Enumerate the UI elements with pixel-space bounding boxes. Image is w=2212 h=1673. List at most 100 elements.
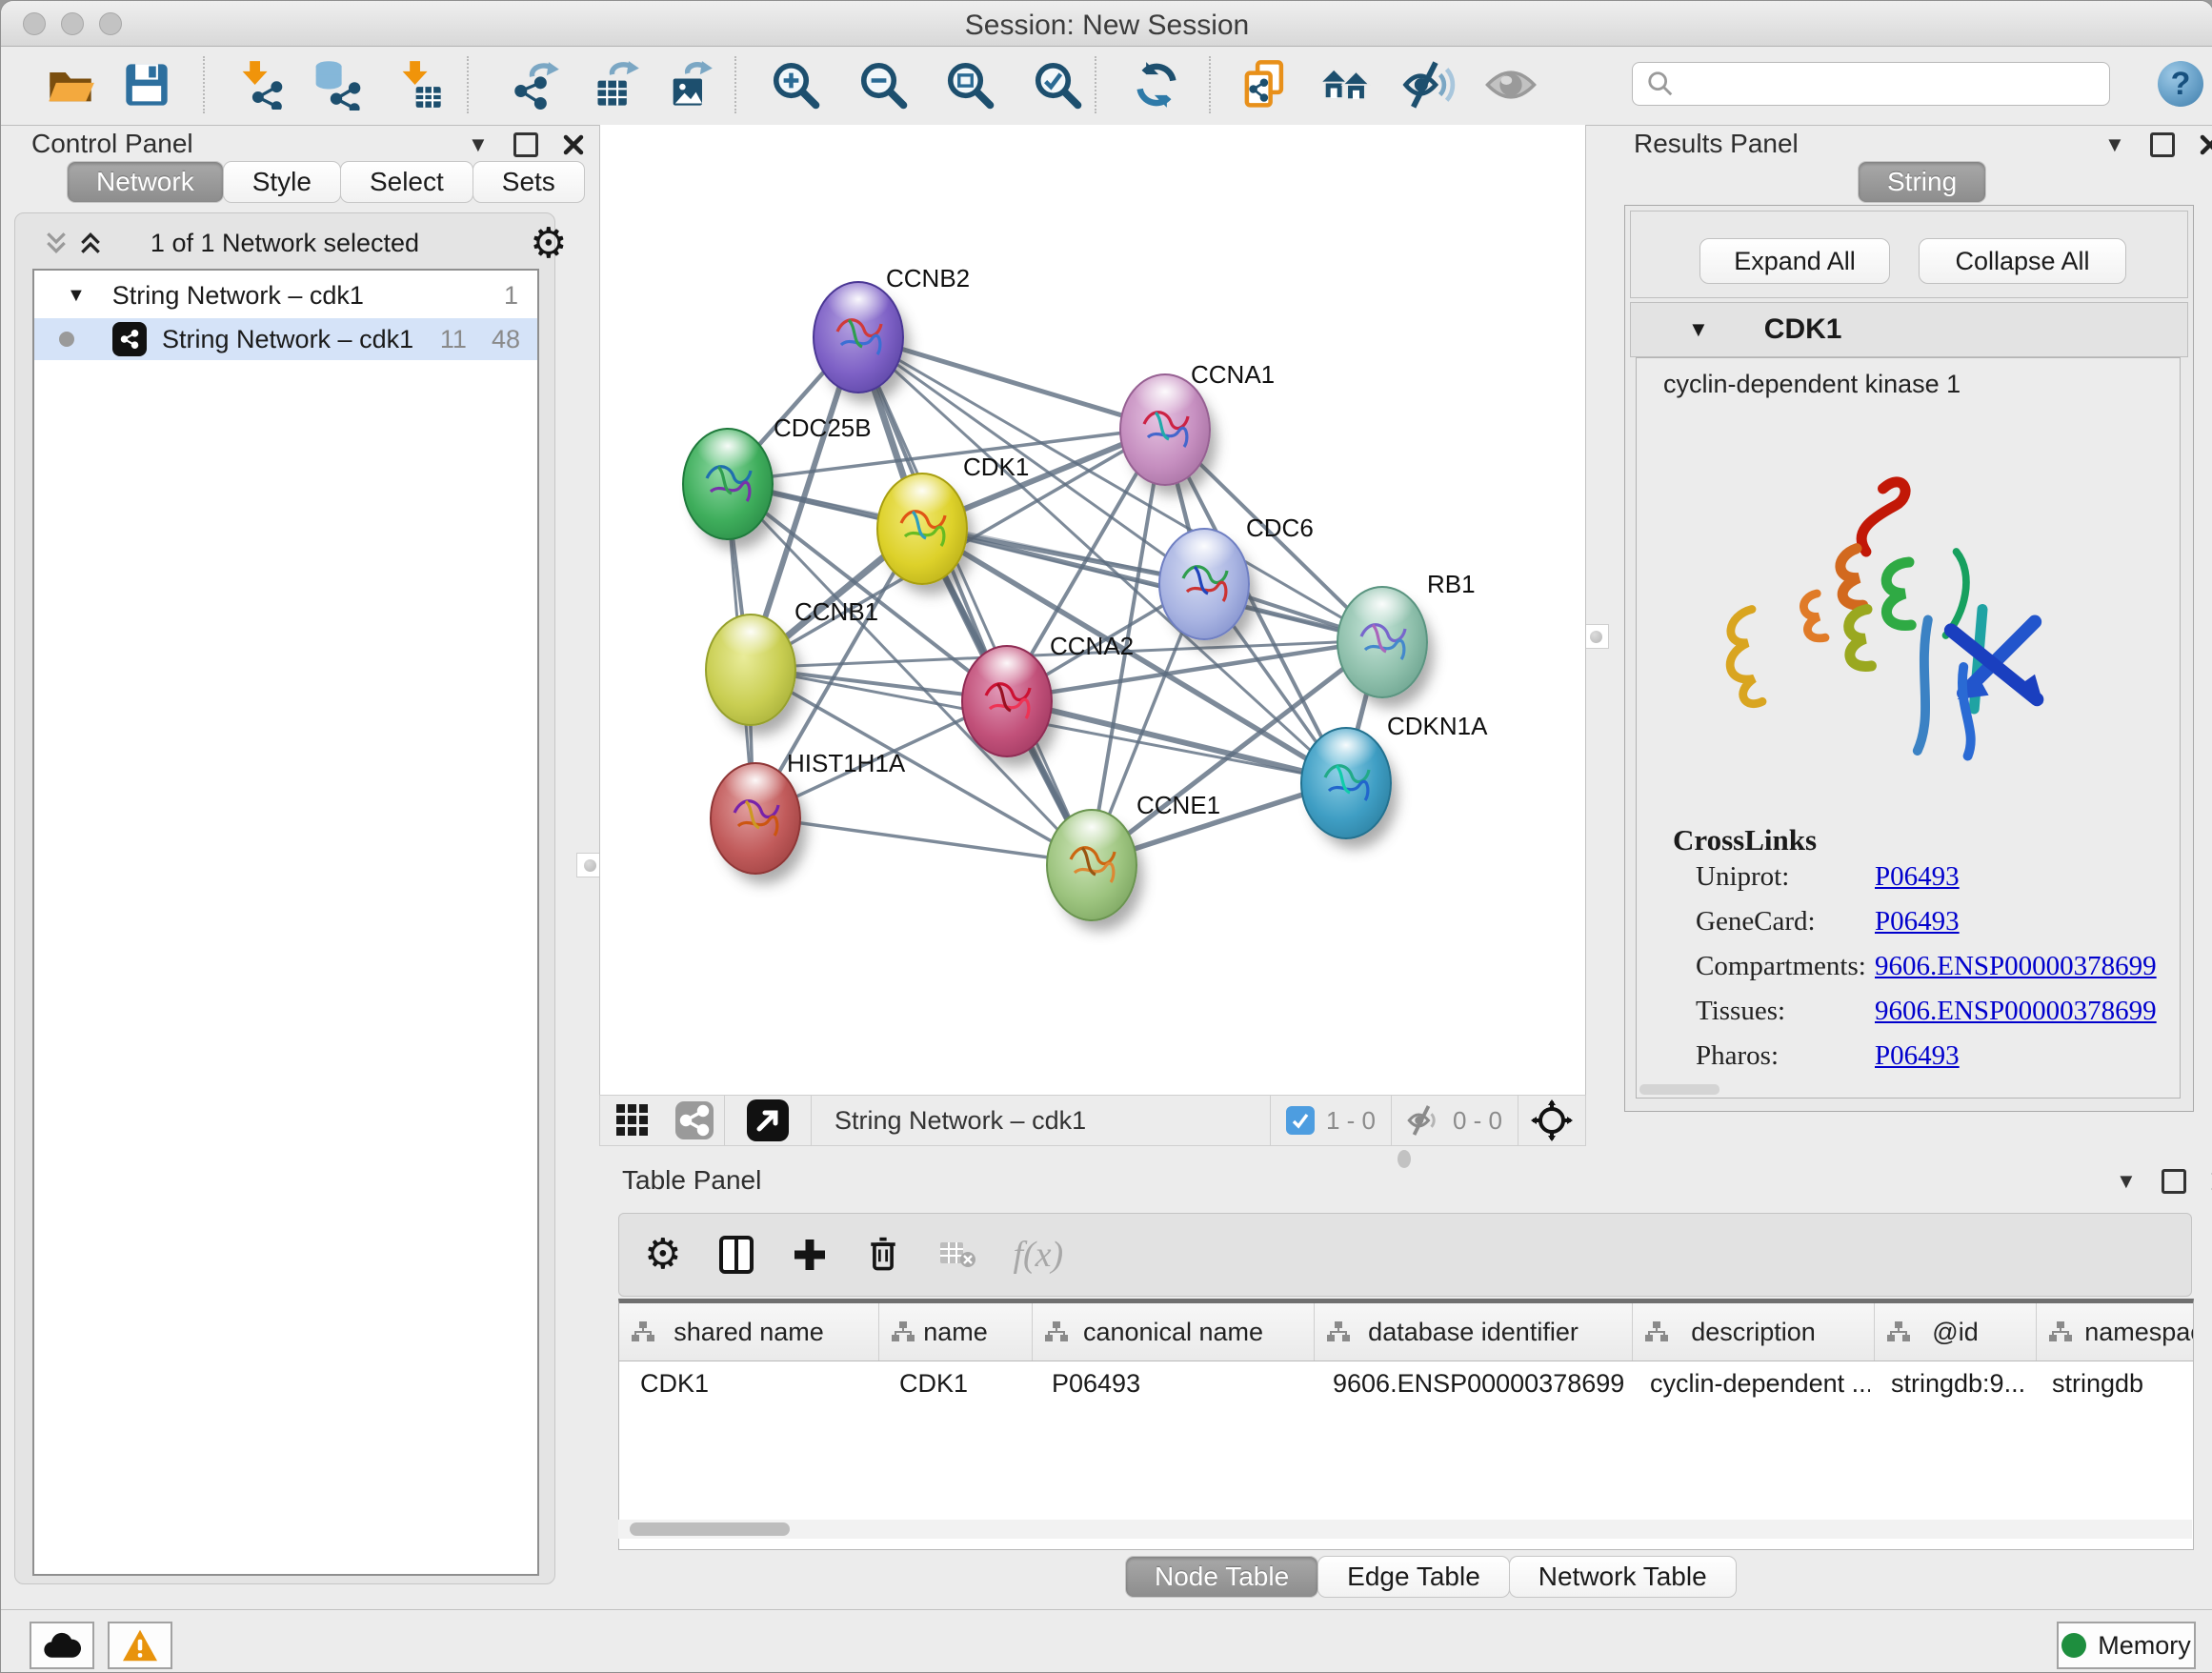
- search-input[interactable]: [1684, 69, 2109, 100]
- close-panel-icon[interactable]: [563, 134, 584, 155]
- table-row[interactable]: CDK1CDK1P064939606.ENSP00000378699cyclin…: [619, 1361, 2193, 1405]
- tab-network-table[interactable]: Network Table: [1509, 1556, 1737, 1598]
- table-settings-button[interactable]: ⚙: [644, 1234, 681, 1276]
- hidden-counter: 0 - 0: [1392, 1103, 1518, 1138]
- float-panel-icon[interactable]: [2150, 132, 2175, 157]
- table-cell: 9606.ENSP00000378699: [1312, 1369, 1629, 1399]
- node-label-ccne1: CCNE1: [1136, 791, 1220, 820]
- collapse-panel-icon[interactable]: ▼: [2104, 132, 2125, 157]
- hide-graphics-details-button[interactable]: [1402, 58, 1456, 111]
- column-header-description[interactable]: description: [1633, 1303, 1875, 1361]
- export-image-button[interactable]: [663, 58, 716, 111]
- protein-node-cdc25b[interactable]: [682, 428, 774, 540]
- section-triangle-icon[interactable]: ▼: [1688, 317, 1709, 342]
- network-row[interactable]: String Network – cdk1 11 48: [34, 318, 537, 360]
- collapse-panel-icon[interactable]: ▼: [468, 132, 489, 157]
- tab-sets[interactable]: Sets: [473, 161, 585, 203]
- hidden-eye-icon: [1407, 1103, 1441, 1138]
- crosslink-row: Uniprot:P06493: [1696, 861, 2180, 893]
- add-column-button[interactable]: [792, 1237, 828, 1273]
- gear-icon[interactable]: ⚙: [530, 223, 567, 265]
- zoom-fit-button[interactable]: [943, 58, 996, 111]
- column-header-@id[interactable]: @id: [1875, 1303, 2037, 1361]
- selected-count: 1 - 0: [1326, 1106, 1376, 1136]
- delete-column-button[interactable]: [864, 1234, 902, 1276]
- save-session-button[interactable]: [120, 58, 173, 111]
- table-hscroll-thumb[interactable]: [630, 1522, 790, 1536]
- crosslink-row: Tissues:9606.ENSP00000378699: [1696, 996, 2180, 1027]
- fit-selection-button[interactable]: [1518, 1096, 1585, 1145]
- protein-node-cdc6[interactable]: [1158, 528, 1250, 640]
- protein-node-ccnb1[interactable]: [705, 614, 796, 726]
- show-graphics-details-button[interactable]: [1484, 58, 1538, 111]
- protein-node-ccnb2[interactable]: [813, 281, 904, 393]
- collapse-panel-icon[interactable]: ▼: [2116, 1169, 2137, 1194]
- tab-style[interactable]: Style: [223, 161, 341, 203]
- new-network-button[interactable]: [510, 58, 563, 111]
- expand-all-button[interactable]: Expand All: [1699, 238, 1890, 284]
- zoom-in-button[interactable]: [769, 58, 822, 111]
- new-table-icon: [592, 60, 641, 110]
- protein-node-cdkn1a[interactable]: [1300, 727, 1392, 839]
- collection-count: 1: [504, 281, 518, 311]
- network-canvas[interactable]: CCNB2CCNA1CDC25BCDK1CDC6RB1CCNB1CCNA2CDK…: [599, 125, 1586, 1095]
- float-panel-icon[interactable]: [2162, 1169, 2186, 1194]
- help-button[interactable]: ?: [2158, 61, 2203, 107]
- network-collection-row[interactable]: ▼ String Network – cdk1 1: [34, 274, 537, 316]
- protein-node-ccne1[interactable]: [1046, 809, 1137, 921]
- table-panel: Table Panel ▼ ⚙ f(x): [599, 1165, 2212, 1609]
- zoom-out-button[interactable]: [856, 58, 910, 111]
- protein-node-rb1[interactable]: [1337, 586, 1428, 698]
- clone-network-button[interactable]: [1238, 58, 1292, 111]
- cdk1-section-header[interactable]: ▼ CDK1: [1630, 302, 2188, 357]
- tab-node-table[interactable]: Node Table: [1125, 1556, 1318, 1598]
- right-splitter-handle[interactable]: [1582, 624, 1609, 649]
- crosslink-link[interactable]: P06493: [1875, 1040, 1960, 1072]
- column-header-canonical-name[interactable]: canonical name: [1033, 1303, 1315, 1361]
- warning-icon: [121, 1628, 159, 1663]
- float-panel-icon[interactable]: [513, 132, 538, 157]
- results-hscroll-thumb[interactable]: [1639, 1084, 1719, 1095]
- new-table-button[interactable]: [590, 58, 643, 111]
- protein-node-cdk1[interactable]: [876, 473, 968, 585]
- import-table-from-file-button[interactable]: [393, 58, 447, 111]
- memory-button[interactable]: Memory: [2057, 1622, 2196, 1669]
- zoom-selected-button[interactable]: [1031, 58, 1084, 111]
- tab-network[interactable]: Network: [67, 161, 224, 203]
- tab-edge-table[interactable]: Edge Table: [1317, 1556, 1510, 1598]
- collapse-all-button[interactable]: Collapse All: [1919, 238, 2126, 284]
- protein-node-ccna2[interactable]: [961, 645, 1053, 757]
- warnings-button[interactable]: [108, 1622, 172, 1669]
- selected-checkbox[interactable]: [1286, 1106, 1315, 1135]
- import-network-from-database-button[interactable]: [310, 58, 363, 111]
- application-window: Session: New Session: [0, 0, 2212, 1673]
- protein-node-ccna1[interactable]: [1119, 373, 1211, 486]
- apply-layout-button[interactable]: [1130, 58, 1183, 111]
- string-style-button[interactable]: [665, 1096, 724, 1145]
- crosslink-link[interactable]: P06493: [1875, 861, 1960, 893]
- open-session-button[interactable]: [44, 58, 97, 111]
- status-bar: Memory: [1, 1609, 2212, 1673]
- expand-collapse-box: Expand All Collapse All: [1630, 211, 2188, 298]
- column-header-namespace[interactable]: namespace: [2037, 1303, 2194, 1361]
- zoom-selected-icon: [1032, 59, 1083, 111]
- cloud-status-button[interactable]: [30, 1622, 94, 1669]
- houses-button[interactable]: [1319, 58, 1373, 111]
- crosslink-link[interactable]: P06493: [1875, 906, 1960, 937]
- protein-ribbon-thumbnail: [690, 446, 766, 522]
- column-header-shared-name[interactable]: shared name: [619, 1303, 879, 1361]
- collapse-triangle-icon[interactable]: ▼: [67, 285, 86, 307]
- network-label: String Network – cdk1: [162, 325, 413, 354]
- tab-string[interactable]: String: [1858, 161, 1986, 203]
- import-network-from-file-button[interactable]: [233, 58, 287, 111]
- column-header-name[interactable]: name: [879, 1303, 1033, 1361]
- crosslink-link[interactable]: 9606.ENSP00000378699: [1875, 996, 2157, 1027]
- protein-node-hist1h1a[interactable]: [710, 762, 801, 875]
- crosslink-link[interactable]: 9606.ENSP00000378699: [1875, 951, 2157, 982]
- grid-view-button[interactable]: [600, 1096, 665, 1145]
- close-panel-icon[interactable]: [2200, 134, 2212, 155]
- open-in-browser-button[interactable]: [725, 1096, 811, 1145]
- tab-select[interactable]: Select: [340, 161, 473, 203]
- show-columns-button[interactable]: [717, 1234, 755, 1276]
- column-header-database-identifier[interactable]: database identifier: [1315, 1303, 1633, 1361]
